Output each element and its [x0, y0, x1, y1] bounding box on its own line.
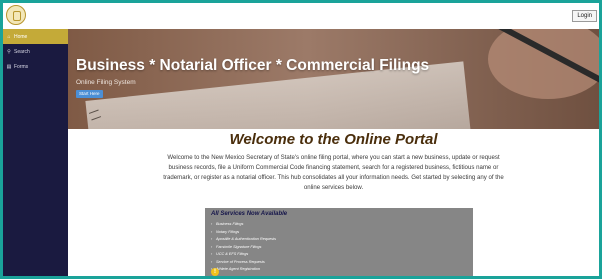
app-window: Login ⌂ Home ⚲ Search ▤ Forms Business *…: [3, 3, 599, 276]
service-link-athlete-agent[interactable]: ›Athlete Agent Registration: [211, 266, 276, 274]
service-link-facsimile-signature[interactable]: › Facsimile Signature Filings: [211, 244, 276, 252]
search-icon: ⚲: [7, 48, 11, 55]
service-link-ucc-efs[interactable]: › UCC & EFS Filings: [211, 251, 276, 259]
home-icon: ⌂: [7, 33, 11, 40]
sidebar-item-home[interactable]: ⌂ Home: [3, 29, 68, 44]
services-panel: All Services Now Available › Business Fil…: [205, 208, 473, 276]
sidebar: ⌂ Home ⚲ Search ▤ Forms: [3, 29, 68, 276]
hero-title: Business * Notarial Officer * Commercial…: [76, 57, 430, 74]
sidebar-item-search[interactable]: ⚲ Search: [3, 44, 68, 59]
services-title: All Services Now Available: [211, 211, 288, 217]
login-button[interactable]: Login: [572, 10, 597, 22]
page-title: Welcome to the Online Portal: [229, 131, 438, 148]
start-here-button[interactable]: Start Here: [76, 90, 103, 98]
state-seal-logo[interactable]: [6, 5, 26, 25]
service-link-business-filings[interactable]: › Business Filings: [211, 221, 276, 229]
main-content: Welcome to the Online Portal Welcome to …: [68, 129, 599, 276]
intro-text: Welcome to the New Mexico Secretary of S…: [163, 154, 504, 191]
info-icon[interactable]: !: [211, 268, 219, 276]
sidebar-item-forms[interactable]: ▤ Forms: [3, 59, 68, 74]
sidebar-item-label: Home: [14, 33, 28, 40]
sidebar-item-label: Search: [14, 48, 30, 55]
document-icon: ▤: [6, 63, 12, 70]
hero-banner: Business * Notarial Officer * Commercial…: [68, 29, 599, 129]
service-link-apostille[interactable]: › Apostille & Authentication Requests: [211, 236, 276, 244]
service-link-service-of-process[interactable]: › Service of Process Requests: [211, 259, 276, 267]
hero-hand-image: [488, 29, 599, 99]
sidebar-item-label: Forms: [14, 63, 29, 70]
service-link-notary-filings[interactable]: › Notary Filings: [211, 229, 276, 237]
top-bar: Login: [3, 3, 599, 30]
hero-subtitle: Online Filing System: [76, 79, 136, 86]
services-list: › Business Filings › Notary Filings › Apost…: [211, 221, 276, 274]
